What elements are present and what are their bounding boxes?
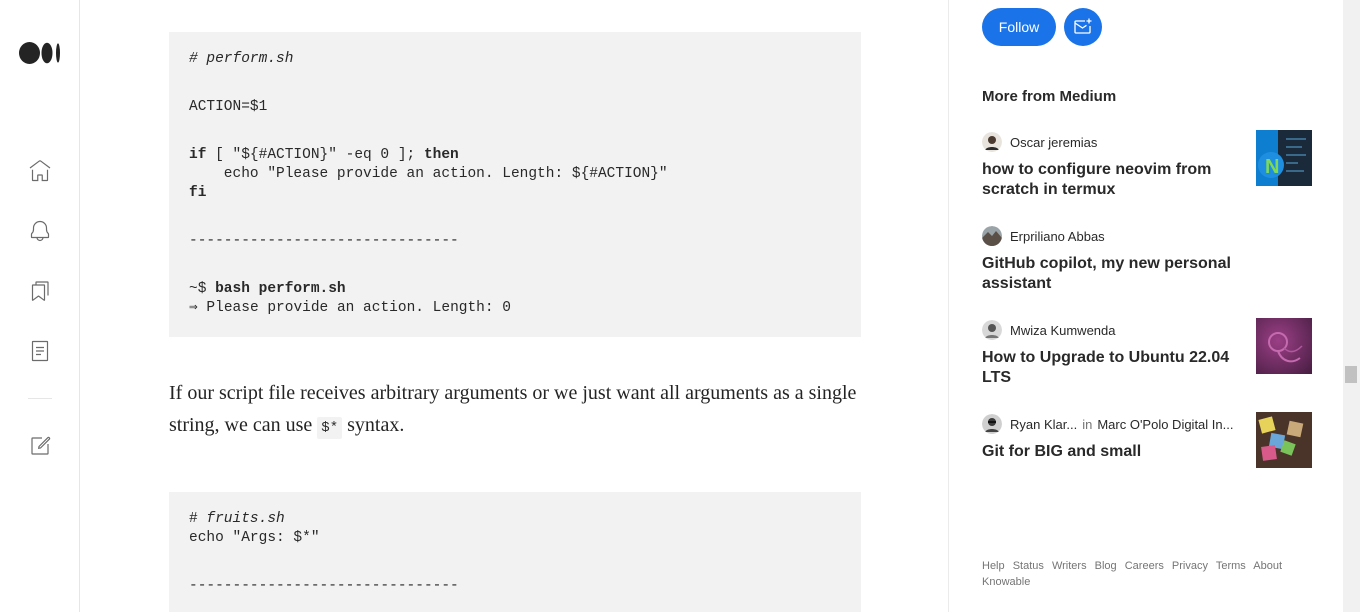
paragraph-text: syntax. <box>342 414 405 436</box>
code-keyword: then <box>423 147 459 163</box>
author-name: Oscar jeremias <box>1010 134 1098 150</box>
code-line: if [ "${#ACTION}" -eq 0 ]; then <box>189 146 841 165</box>
code-hash: # <box>189 511 207 527</box>
code-line: echo "Please provide an action. Length: … <box>189 165 841 184</box>
recommendation-item[interactable]: Erpriliano Abbas GitHub copilot, my new … <box>982 226 1312 294</box>
footer-link-knowable[interactable]: Knowable <box>982 576 1030 588</box>
footer-link-help[interactable]: Help <box>982 560 1005 572</box>
rec-thumbnail[interactable] <box>1256 412 1312 468</box>
nav-divider <box>28 398 52 399</box>
page-scrollbar[interactable] <box>1343 0 1360 612</box>
home-icon[interactable] <box>28 159 52 183</box>
mail-plus-icon <box>1074 18 1092 34</box>
footer-link-terms[interactable]: Terms <box>1216 560 1246 572</box>
code-block-perform: # perform.sh ACTION=$1 if [ "${#ACTION}"… <box>169 32 861 337</box>
footer-link-blog[interactable]: Blog <box>1095 560 1117 572</box>
left-nav-rail <box>0 0 80 612</box>
footer-link-writers[interactable]: Writers <box>1052 560 1087 572</box>
code-comment: fruits.sh <box>206 511 285 527</box>
recommendation-item[interactable]: Mwiza Kumwenda How to Upgrade to Ubuntu … <box>982 318 1312 388</box>
code-line: # fruits.sh <box>189 510 841 529</box>
medium-logo-icon[interactable] <box>19 42 61 64</box>
code-line: ~$ bash perform.sh <box>189 280 841 299</box>
code-line: ACTION=$1 <box>189 98 841 117</box>
footer-link-careers[interactable]: Careers <box>1125 560 1164 572</box>
author-avatar <box>982 414 1002 434</box>
rec-thumbnail[interactable]: N <box>1256 130 1312 186</box>
rec-title[interactable]: GitHub copilot, my new personal assistan… <box>982 254 1232 294</box>
code-keyword: if <box>189 147 207 163</box>
code-text: [ "${#ACTION}" -eq 0 ]; <box>206 147 424 163</box>
paragraph-text: If our script file receives arbitrary ar… <box>169 382 857 436</box>
footer-link-privacy[interactable]: Privacy <box>1172 560 1208 572</box>
subscribe-button[interactable] <box>1064 8 1102 46</box>
author-name: Erpriliano Abbas <box>1010 228 1105 244</box>
right-sidebar: Follow More from Medium Oscar jeremias h… <box>950 0 1340 612</box>
write-icon[interactable] <box>28 434 52 458</box>
code-line: ------------------------------- <box>189 577 841 596</box>
code-separator: ------------------------------- <box>189 578 459 594</box>
article-main: # perform.sh ACTION=$1 if [ "${#ACTION}"… <box>80 0 949 612</box>
article-paragraph: If our script file receives arbitrary ar… <box>169 377 869 444</box>
code-command: bash perform.sh <box>215 281 346 297</box>
in-label: in <box>1082 416 1093 432</box>
notifications-icon[interactable] <box>28 219 52 243</box>
author-avatar <box>982 132 1002 152</box>
code-line: # perform.sh <box>189 50 841 69</box>
author-avatar <box>982 320 1002 340</box>
sidebar-footer: Help Status Writers Blog Careers Privacy… <box>982 558 1292 590</box>
code-text: echo "Please provide an action. Length: … <box>189 166 668 182</box>
rec-author[interactable]: Erpriliano Abbas <box>982 226 1312 246</box>
code-line: fi <box>189 184 841 203</box>
code-line: echo "Args: $*" <box>189 529 841 548</box>
code-text: ACTION=$1 <box>189 99 268 115</box>
follow-button[interactable]: Follow <box>982 8 1056 46</box>
code-keyword: fi <box>189 185 207 201</box>
recommendation-item[interactable]: Oscar jeremias how to configure neovim f… <box>982 130 1312 200</box>
inline-code: $* <box>317 417 343 439</box>
code-block-fruits: # fruits.sh echo "Args: $*" ------------… <box>169 492 861 612</box>
code-output: ⇒ Please provide an action. Length: 0 <box>189 300 511 316</box>
author-name: Ryan Klar... <box>1010 416 1078 432</box>
publication-name[interactable]: Marc O'Polo Digital In... <box>1097 417 1233 432</box>
rec-thumbnail[interactable] <box>1256 318 1312 374</box>
code-comment: # perform.sh <box>189 51 294 67</box>
more-from-medium-heading: More from Medium <box>982 88 1117 105</box>
code-prompt: ~$ <box>189 281 216 297</box>
footer-link-status[interactable]: Status <box>1013 560 1044 572</box>
footer-link-about[interactable]: About <box>1253 560 1282 572</box>
svg-text:N: N <box>1265 156 1279 178</box>
recommendation-item[interactable]: Ryan Klar... in Marc O'Polo Digital In..… <box>982 412 1312 468</box>
author-avatar <box>982 226 1002 246</box>
author-name: Mwiza Kumwenda <box>1010 322 1116 338</box>
stories-icon[interactable] <box>28 339 52 363</box>
rec-title[interactable]: how to configure neovim from scratch in … <box>982 160 1232 200</box>
lists-icon[interactable] <box>28 279 52 303</box>
scrollbar-thumb[interactable] <box>1345 366 1357 383</box>
rec-title[interactable]: How to Upgrade to Ubuntu 22.04 LTS <box>982 348 1232 388</box>
code-line: ⇒ Please provide an action. Length: 0 <box>189 299 841 318</box>
rec-title[interactable]: Git for BIG and small <box>982 442 1232 462</box>
code-line: ------------------------------- <box>189 232 841 251</box>
code-text: echo "Args: $*" <box>189 530 320 546</box>
code-separator: ------------------------------- <box>189 233 459 249</box>
